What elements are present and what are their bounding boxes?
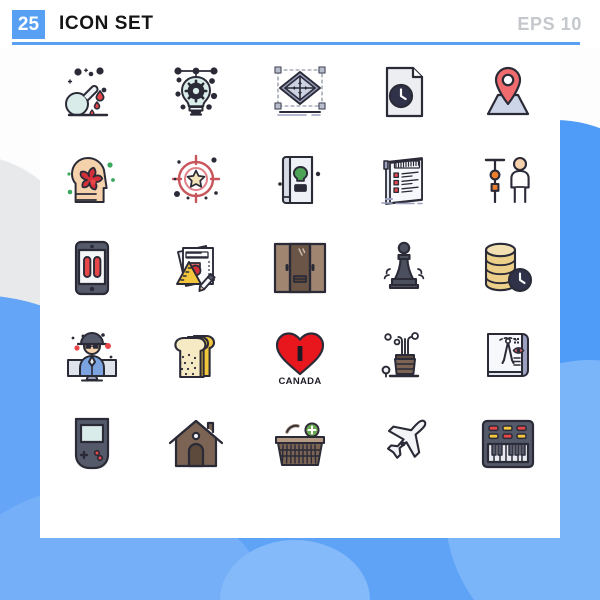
icon-cell-13[interactable] [248, 224, 352, 312]
icon-cell-7[interactable] [144, 136, 248, 224]
icon-cell-9[interactable] [352, 136, 456, 224]
icon-cell-2[interactable] [144, 48, 248, 136]
icon-cell-3[interactable] [248, 48, 352, 136]
document-clock-icon [385, 66, 424, 118]
icon-cell-14[interactable] [352, 224, 456, 312]
transform-move-node-icon [274, 66, 326, 116]
icon-cell-16[interactable] [40, 312, 144, 400]
page-title: ICON SET [59, 13, 154, 34]
icon-cell-20[interactable] [456, 312, 560, 400]
icon-cell-11[interactable] [40, 224, 144, 312]
shopping-basket-add-icon [275, 422, 325, 466]
house-home-icon [168, 419, 224, 468]
poster-header: 25 ICON SET EPS 10 [0, 0, 600, 48]
icon-cell-6[interactable] [40, 136, 144, 224]
dropper-blood-test-icon [65, 67, 109, 117]
coins-clock-icon [484, 242, 533, 293]
lightbulb-gear-idea-icon [174, 67, 218, 116]
canada-label: CANADA [279, 376, 322, 387]
icon-cell-10[interactable] [456, 136, 560, 224]
icon-grid: CANADA [40, 48, 560, 488]
wardrobe-closet-icon [273, 242, 327, 294]
target-star-focus-icon [171, 154, 221, 204]
blue-blob-bottom-light [220, 540, 370, 600]
height-measure-person-icon [484, 156, 530, 204]
chess-pawn-icon [383, 241, 425, 290]
icon-cell-5[interactable] [456, 48, 560, 136]
heart-canada-icon: CANADA [275, 332, 325, 387]
icon-cell-22[interactable] [144, 400, 248, 488]
icon-cell-8[interactable] [248, 136, 352, 224]
icon-cell-1[interactable] [40, 48, 144, 136]
map-location-pin-icon [486, 66, 530, 116]
icon-cell-15[interactable] [456, 224, 560, 312]
icon-cell-19[interactable] [352, 312, 456, 400]
icon-count-badge: 25 [12, 9, 45, 39]
checklist-document-icon [381, 157, 423, 205]
format-label: EPS 10 [517, 13, 582, 34]
airplane-travel-icon [386, 419, 427, 459]
icon-cell-12[interactable] [144, 224, 248, 312]
bread-slices-icon [174, 334, 216, 379]
icon-cell-17[interactable] [144, 312, 248, 400]
icon-cell-21[interactable] [40, 400, 144, 488]
hacker-spy-monitor-icon [67, 332, 117, 382]
midi-keyboard-synth-icon [481, 419, 535, 469]
header-divider [12, 42, 580, 45]
icon-cell-18[interactable]: CANADA [248, 312, 352, 400]
blueprint-compass-eye-icon [487, 333, 529, 377]
mind-flower-head-icon [67, 157, 115, 203]
icon-sheet: CANADA [40, 48, 560, 538]
poster-canvas: 25 ICON SET EPS 10 CANADA [0, 0, 600, 600]
book-tree-ecology-icon [278, 155, 321, 205]
icon-cell-23[interactable] [248, 400, 352, 488]
icon-cell-4[interactable] [352, 48, 456, 136]
icon-cell-25[interactable] [456, 400, 560, 488]
design-sketch-ruler-icon [176, 245, 216, 292]
icon-cell-24[interactable] [352, 400, 456, 488]
golf-bag-clubs-icon [381, 332, 420, 378]
handheld-game-console-icon [74, 417, 110, 470]
smartphone-capsules-icon [74, 240, 110, 296]
